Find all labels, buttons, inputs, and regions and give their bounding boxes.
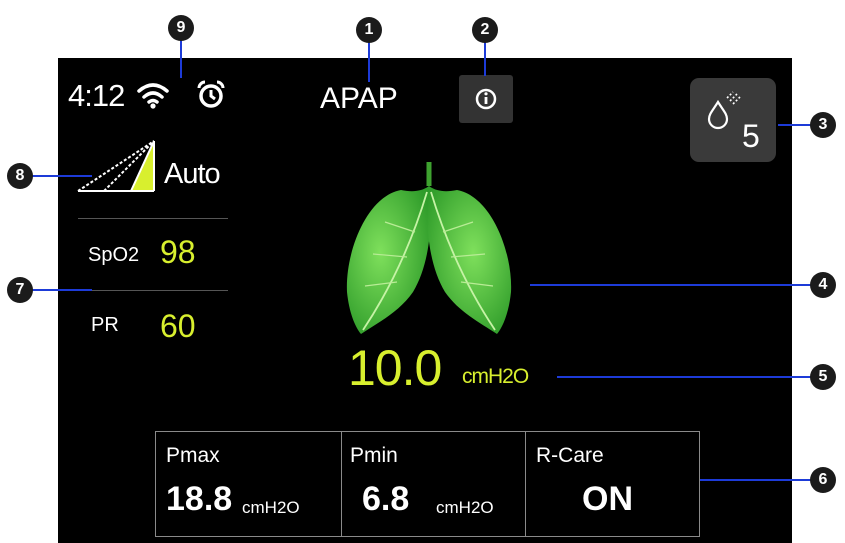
- pressure-value: 10.0: [348, 340, 442, 396]
- spo2-label: SpO2: [88, 244, 140, 266]
- pressure-unit: cmH2O: [462, 365, 529, 388]
- rcare-cell[interactable]: R-Care ON: [525, 432, 699, 536]
- pmin-cell[interactable]: Pmin 6.8 cmH2O: [341, 432, 526, 536]
- callout-3: 3: [810, 112, 836, 138]
- pmin-unit: cmH2O: [436, 498, 494, 517]
- callout-line-7: [32, 289, 92, 291]
- pmax-cell[interactable]: Pmax 18.8 cmH2O: [156, 432, 341, 536]
- settings-panel: Pmax 18.8 cmH2O Pmin 6.8 cmH2O R-Care ON: [155, 431, 700, 537]
- ramp-icon: [77, 140, 155, 192]
- info-button[interactable]: [459, 75, 513, 123]
- callout-line-5: [557, 376, 812, 378]
- alarm-clock-icon: [197, 80, 225, 108]
- callout-1: 1: [356, 17, 382, 43]
- callout-7: 7: [7, 277, 33, 303]
- device-screen: 4:12 APAP 5 Auto SpO2 98 PR 60 10.0 cmH2…: [58, 58, 792, 543]
- wifi-icon: [137, 83, 169, 109]
- callout-line-3: [778, 124, 812, 126]
- pmax-unit: cmH2O: [242, 498, 300, 517]
- info-icon: [475, 88, 497, 110]
- callout-line-1: [368, 40, 370, 82]
- ramp-divider: [78, 218, 228, 219]
- callout-line-9: [180, 38, 182, 78]
- pr-value: 60: [160, 308, 196, 344]
- rcare-value: ON: [582, 480, 633, 518]
- pr-label: PR: [91, 314, 119, 336]
- callout-9: 9: [168, 15, 194, 41]
- ramp-control[interactable]: Auto: [58, 133, 228, 198]
- callout-2: 2: [472, 17, 498, 43]
- lungs-leaves-icon: [346, 162, 512, 334]
- water-drop-icon: [707, 91, 741, 130]
- callout-5: 5: [810, 364, 836, 390]
- callout-line-4: [530, 284, 812, 286]
- callout-line-6: [700, 479, 812, 481]
- humidifier-button[interactable]: 5: [690, 78, 776, 162]
- rcare-label: R-Care: [536, 444, 604, 467]
- callout-6: 6: [810, 467, 836, 493]
- pmax-value: 18.8: [166, 480, 233, 518]
- humidity-level: 5: [742, 118, 760, 154]
- pmax-label: Pmax: [166, 444, 220, 467]
- pmin-label: Pmin: [350, 444, 398, 467]
- callout-line-8: [32, 175, 92, 177]
- callout-line-2: [484, 40, 486, 76]
- vitals-divider: [78, 290, 228, 291]
- callout-8: 8: [7, 163, 33, 189]
- ramp-label: Auto: [164, 158, 221, 190]
- mode-title: APAP: [320, 82, 398, 115]
- clock-time: 4:12: [68, 78, 125, 113]
- callout-4: 4: [810, 272, 836, 298]
- pmin-value: 6.8: [362, 480, 410, 518]
- spo2-value: 98: [160, 234, 196, 270]
